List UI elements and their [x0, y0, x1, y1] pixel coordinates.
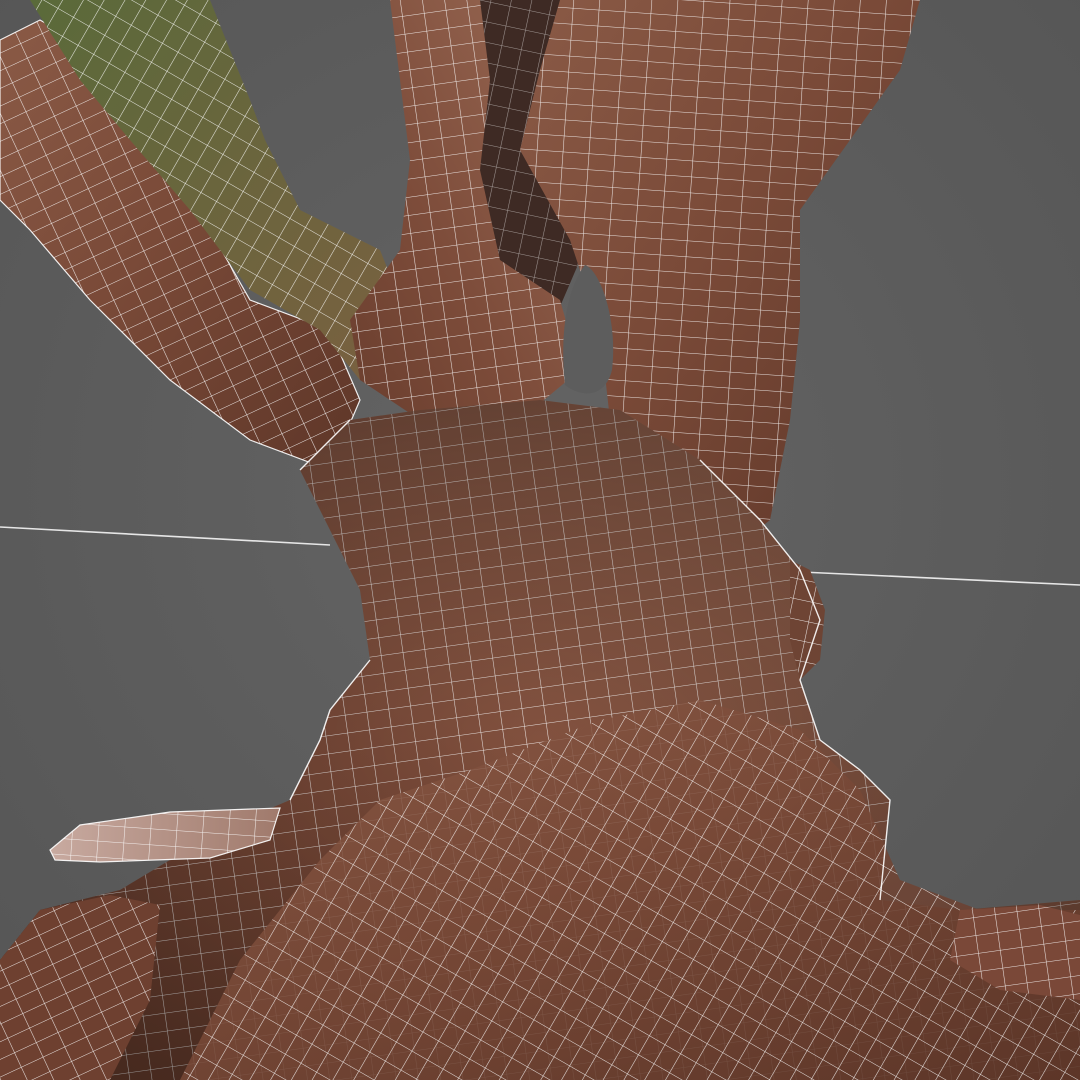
3d-viewport[interactable]	[0, 0, 1080, 1080]
tree-trunk-model[interactable]	[0, 0, 1080, 1080]
